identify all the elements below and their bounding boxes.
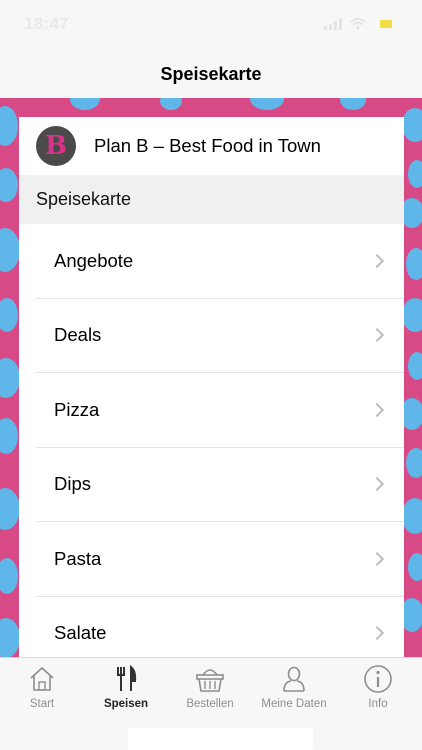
tab-bestellen[interactable]: Bestellen <box>168 664 252 710</box>
page-title: Speisekarte <box>160 64 262 84</box>
user-icon <box>283 666 305 692</box>
tab-label: Info <box>368 698 388 710</box>
tab-label: Bestellen <box>186 698 234 710</box>
section-header: Speisekarte <box>19 175 404 224</box>
menu-item-label: Angebote <box>54 249 134 271</box>
menu-item-label: Deals <box>54 324 102 346</box>
menu-card: B Plan B – Best Food in Town Speisekarte… <box>19 117 404 658</box>
basket-icon <box>196 669 224 692</box>
tab-speisen[interactable]: Speisen <box>84 664 168 710</box>
tab-label: Meine Daten <box>261 698 327 710</box>
menu-item-label: Salate <box>54 622 107 644</box>
menu-item-label: Dips <box>54 473 92 495</box>
chevron-right-icon <box>369 626 385 641</box>
menu-item-dips[interactable]: Dips <box>36 448 404 522</box>
status-bar: 18:47 <box>0 0 422 50</box>
menu-item-pizza[interactable]: Pizza <box>36 373 404 448</box>
home-icon <box>30 666 54 691</box>
menu-list: Angebote Deals Pizza Dips Pasta Salate <box>19 224 404 658</box>
menu-item-salate[interactable]: Salate <box>36 597 404 659</box>
home-indicator <box>128 728 313 750</box>
signal-icon <box>324 18 342 30</box>
tab-meine-daten[interactable]: Meine Daten <box>252 664 336 710</box>
menu-item-deals[interactable]: Deals <box>36 299 404 373</box>
chevron-right-icon <box>369 253 385 268</box>
restaurant-logo: B <box>36 126 76 166</box>
tab-info[interactable]: Info <box>336 664 420 710</box>
navigation-bar: Speisekarte <box>0 50 422 98</box>
menu-item-label: Pizza <box>54 398 100 420</box>
cutlery-icon <box>117 665 137 691</box>
wifi-icon <box>350 18 366 30</box>
restaurant-name: Plan B – Best Food in Town <box>94 135 321 156</box>
chevron-right-icon <box>369 328 385 343</box>
status-icons <box>324 18 392 30</box>
section-title: Speisekarte <box>36 189 132 209</box>
info-icon <box>364 665 392 693</box>
status-time: 18:47 <box>24 14 69 33</box>
battery-icon <box>380 20 392 28</box>
chevron-right-icon <box>369 551 385 566</box>
chevron-right-icon <box>369 477 385 492</box>
restaurant-header: B Plan B – Best Food in Town <box>19 117 404 175</box>
tab-start[interactable]: Start <box>0 664 84 710</box>
menu-item-label: Pasta <box>54 547 102 569</box>
chevron-right-icon <box>369 402 385 417</box>
tab-label: Speisen <box>103 698 149 710</box>
menu-item-angebote[interactable]: Angebote <box>36 224 404 299</box>
logo-letter: B <box>45 131 67 161</box>
tab-label: Start <box>29 698 55 710</box>
menu-item-pasta[interactable]: Pasta <box>36 522 404 597</box>
